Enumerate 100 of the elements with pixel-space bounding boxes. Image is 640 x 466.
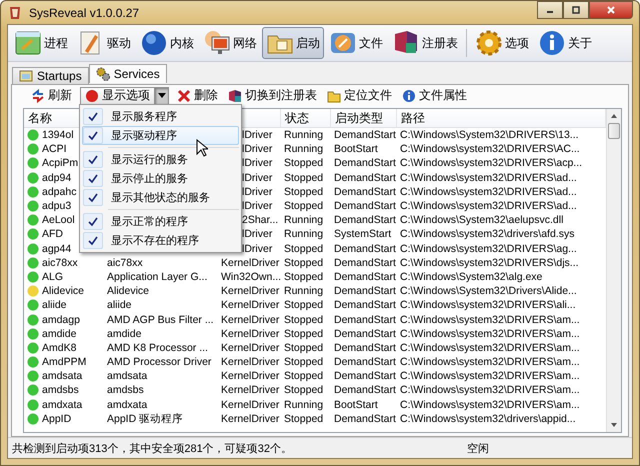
toolbar-button[interactable]: 切换到注册表 — [226, 86, 319, 104]
toolbar-button[interactable]: 网络 — [199, 27, 261, 59]
toolbar-button[interactable]: 文件属性 — [400, 86, 469, 104]
folder-icon — [327, 88, 341, 102]
table-cell: Stopped — [284, 157, 324, 170]
record-icon — [85, 88, 99, 102]
cursor-icon — [196, 139, 208, 157]
table-cell: DemandStart — [334, 157, 396, 170]
table-cell: KernelDriver — [221, 285, 280, 298]
table-cell: Win32Own... — [221, 270, 281, 283]
close-button[interactable] — [589, 1, 633, 19]
table-cell: 2Shar... — [242, 214, 278, 226]
menu-item[interactable]: 显示正常的程序 — [82, 212, 239, 231]
toolbar-button[interactable]: 删除 — [175, 86, 220, 104]
dropdown-button[interactable] — [155, 86, 169, 104]
table-cell: amdide — [107, 328, 142, 340]
table-cell: DemandStart — [334, 370, 396, 382]
menu-item[interactable]: 显示其他状态的服务 — [82, 188, 239, 207]
table-cell: C:\Windows\system32\DRIVERS\AC... — [400, 143, 580, 156]
minimize-button[interactable] — [537, 1, 563, 19]
table-cell: C:\Windows\system32\DRIVERS\ad... — [400, 186, 577, 198]
toolbar-button[interactable]: 启动 — [262, 27, 324, 59]
table-cell: C:\Windows\system32\DRIVERS\ali... — [400, 299, 576, 312]
toolbar-button[interactable]: 进程 — [10, 27, 72, 59]
table-cell: Stopped — [284, 256, 324, 269]
table-cell: lDriver — [242, 157, 272, 170]
table-cell: KernelDriver — [221, 342, 280, 354]
table-cell: C:\Windows\system32\DRIVERS\am... — [400, 314, 580, 326]
table-cell: DemandStart — [334, 214, 396, 226]
table-cell: Stopped — [284, 186, 324, 198]
table-cell: C:\Windows\system32\DRIVERS\am... — [400, 398, 580, 411]
table-cell: lDriver — [242, 143, 272, 156]
maximize-button[interactable] — [563, 1, 589, 19]
window-icon — [14, 29, 42, 57]
table-cell: Application Layer G... — [107, 270, 208, 283]
table-cell: Stopped — [284, 370, 324, 382]
table-cell: aliide — [42, 299, 67, 312]
column-header[interactable]: 启动类型 — [331, 109, 397, 127]
table-cell: C:\Windows\system32\DRIVERS\am... — [400, 384, 580, 396]
menu-item[interactable]: 显示驱动程序 — [82, 126, 239, 145]
table-cell: C:\Windows\system32\DRIVERS\am... — [400, 370, 580, 382]
app-icon — [7, 4, 23, 20]
table-cell: DemandStart — [334, 256, 396, 269]
table-cell: Stopped — [284, 299, 324, 312]
table-cell: Stopped — [284, 356, 324, 368]
table-cell: lDriver — [242, 129, 272, 142]
window-title: SysReveal v1.0.0.27 — [29, 6, 140, 20]
toolbar-button[interactable]: 文件 — [325, 27, 387, 59]
table-cell: KernelDriver — [221, 412, 280, 425]
info-icon — [402, 88, 416, 102]
table-cell: AppID — [42, 412, 72, 425]
table-cell: amdsbs — [42, 384, 79, 396]
cube-icon — [228, 88, 242, 102]
toolbar-button[interactable]: 定位文件 — [325, 86, 394, 104]
table-cell: AMD AGP Bus Filter ... — [107, 314, 214, 326]
toolbar-button[interactable]: 选项 — [471, 27, 533, 59]
menu-item[interactable]: 显示不存在的程序 — [82, 231, 239, 250]
toolbar-button[interactable]: 注册表 — [388, 27, 462, 59]
toolbar-button[interactable]: 驱动 — [73, 27, 135, 59]
toolbar-button[interactable]: 关于 — [534, 27, 596, 59]
toolbar-button[interactable]: 刷新 — [29, 86, 74, 104]
table-cell: DemandStart — [334, 299, 396, 312]
table-cell: aic78xx — [42, 256, 78, 269]
table-cell: amdsbs — [107, 384, 144, 396]
table-cell: amdsata — [42, 370, 82, 382]
tab[interactable]: Startups — [12, 67, 89, 84]
table-cell: DemandStart — [334, 314, 396, 326]
table-cell: ACPI — [42, 143, 67, 156]
table-cell: adp94 — [42, 172, 72, 184]
table-cell: DemandStart — [334, 412, 396, 425]
menu-item[interactable]: 显示停止的服务 — [82, 169, 239, 188]
table-cell: C:\Windows\system32\DRIVERS\am... — [400, 328, 580, 340]
table-cell: Stopped — [284, 242, 324, 255]
tab[interactable]: Services — [88, 64, 167, 83]
table-cell: AcpiPm — [42, 157, 78, 170]
table-cell: Alidevice — [42, 285, 84, 298]
table-cell: C:\Windows\system32\drivers\afd.sys — [400, 228, 574, 240]
table-cell: BootStart — [334, 398, 378, 411]
toolbar-button[interactable]: 内核 — [136, 27, 198, 59]
table-cell: AFD — [42, 228, 63, 240]
table-cell: KernelDriver — [221, 256, 280, 269]
table-cell: DemandStart — [334, 328, 396, 340]
column-header[interactable]: 状态 — [281, 109, 331, 127]
show-options-button[interactable]: 显示选项 — [80, 86, 155, 104]
table-cell: AMD K8 Processor ... — [107, 342, 208, 354]
menu-item[interactable]: 显示运行的服务 — [82, 150, 239, 169]
table-cell: DemandStart — [334, 285, 396, 298]
table-cell: KernelDriver — [221, 299, 280, 312]
table-cell: amdide — [42, 328, 76, 340]
table-cell: Stopped — [284, 200, 324, 212]
table-cell: KernelDriver — [221, 314, 280, 326]
window-icon — [19, 69, 33, 83]
monitor-icon — [203, 29, 231, 57]
refresh-icon — [31, 88, 45, 102]
table-cell: amdxata — [42, 398, 82, 411]
table-cell: AMD Processor Driver — [107, 356, 212, 368]
scrollbar[interactable] — [606, 109, 621, 432]
scroll-thumb[interactable] — [608, 123, 620, 139]
table-cell: lDriver — [242, 200, 272, 212]
table-cell: Stopped — [284, 314, 324, 326]
